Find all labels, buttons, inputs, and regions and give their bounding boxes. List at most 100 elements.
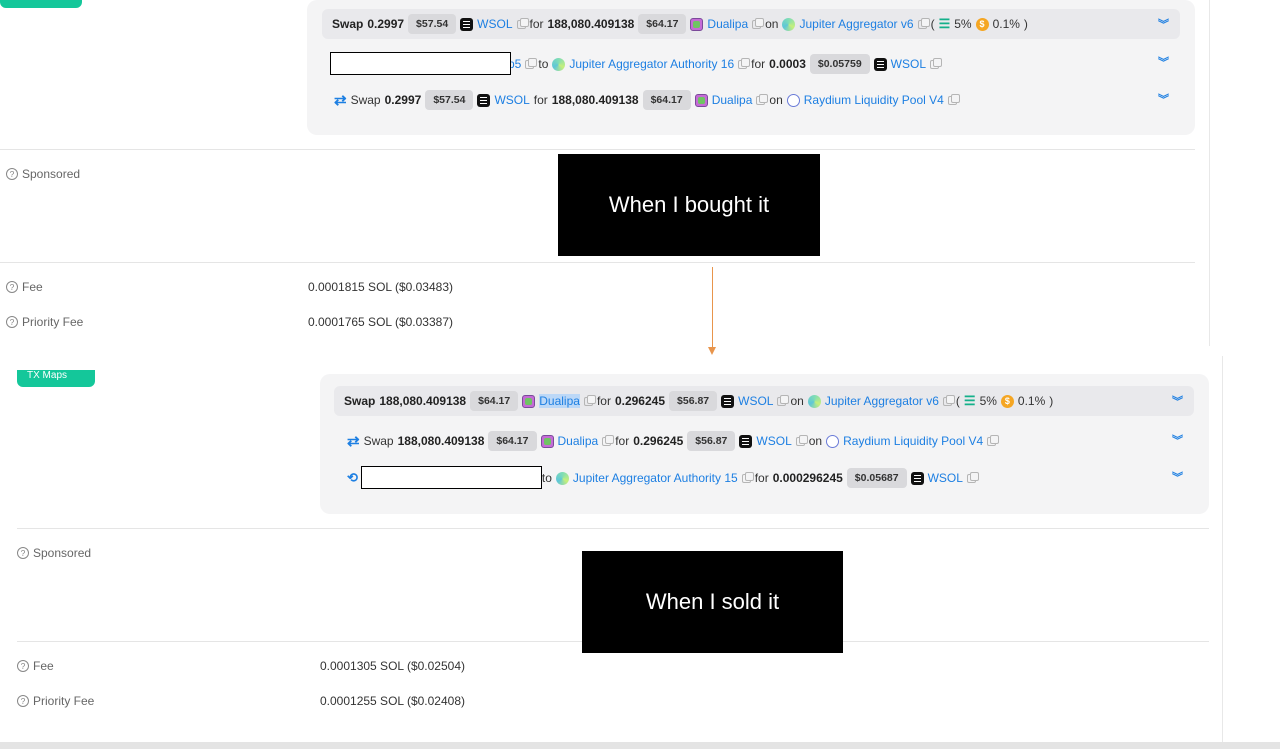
- wsol-token-icon: [739, 434, 753, 448]
- fee-value: 0.0001305 SOL ($0.02504): [320, 659, 466, 673]
- copy-icon[interactable]: [987, 434, 1000, 446]
- slippage-value: 5%: [954, 17, 972, 31]
- copy-icon[interactable]: [525, 57, 538, 69]
- dex-link[interactable]: Jupiter Aggregator v6: [799, 17, 913, 31]
- connector-arrow-line: [712, 267, 713, 349]
- question-circle-icon[interactable]: ?: [17, 547, 29, 559]
- for-label: for: [533, 93, 548, 107]
- divider: [17, 528, 1209, 529]
- raydium-icon: [786, 93, 800, 107]
- copy-icon[interactable]: [602, 434, 615, 446]
- transfer-row[interactable]: p5 to Jupiter Aggregator Authority 16 fo…: [508, 49, 943, 79]
- swap-label: Swap: [363, 434, 394, 448]
- token-out-link[interactable]: WSOL: [756, 434, 791, 448]
- chevron-double-down-icon[interactable]: ︾: [1158, 95, 1169, 106]
- main-swap-row[interactable]: Swap 0.2997 $57.54 WSOL for 188,080.4091…: [322, 9, 1180, 39]
- paren-close: ): [1023, 17, 1028, 31]
- jupiter-icon: [807, 394, 821, 408]
- sponsored-text: Sponsored: [33, 546, 92, 560]
- pool-link[interactable]: Raydium Liquidity Pool V4: [843, 434, 983, 448]
- amount-out: 188,080.409138: [547, 17, 635, 31]
- token-out-link[interactable]: WSOL: [738, 394, 773, 408]
- wsol-token-icon: [477, 93, 491, 107]
- swap-label: Swap: [350, 93, 381, 107]
- sliders-icon: ☰: [963, 393, 976, 408]
- question-circle-icon[interactable]: ?: [6, 168, 18, 180]
- chevron-double-down-icon[interactable]: ︾: [1158, 20, 1169, 31]
- question-circle-icon[interactable]: ?: [17, 695, 29, 707]
- transfer-usd-badge: $0.05759: [809, 54, 870, 74]
- on-label: on: [808, 434, 823, 448]
- copy-icon[interactable]: [942, 394, 955, 406]
- for-label: for: [596, 394, 611, 408]
- usd-out-badge: $56.87: [687, 431, 736, 451]
- transfer-token-link[interactable]: WSOL: [928, 471, 963, 485]
- copy-icon[interactable]: [583, 394, 596, 406]
- amount-out: 0.296245: [614, 394, 666, 408]
- copy-icon[interactable]: [752, 17, 765, 29]
- copy-icon[interactable]: [738, 57, 751, 69]
- jupiter-icon: [555, 471, 569, 485]
- token-in-link[interactable]: WSOL: [477, 17, 512, 31]
- token-in-link[interactable]: Dualipa: [539, 394, 580, 408]
- copy-icon[interactable]: [516, 17, 529, 29]
- main-swap-row[interactable]: Swap 188,080.409138 $64.17 Dualipa for 0…: [334, 386, 1194, 416]
- chevron-double-down-icon[interactable]: ︾: [1172, 436, 1183, 447]
- dex-link[interactable]: Jupiter Aggregator v6: [825, 394, 939, 408]
- dualipa-token-icon: [690, 17, 704, 31]
- token-out-link[interactable]: Dualipa: [712, 93, 753, 107]
- transfer-amount: 0.0003: [769, 57, 806, 71]
- fee-label-text: Fee: [22, 280, 43, 294]
- amount-in: 0.2997: [367, 17, 405, 31]
- token-in-link[interactable]: Dualipa: [558, 434, 599, 448]
- tx-maps-pill[interactable]: TX Maps: [17, 370, 95, 387]
- copy-icon[interactable]: [777, 394, 790, 406]
- priority-fee-label: ? Priority Fee: [17, 694, 94, 708]
- usd-in-badge: $57.54: [408, 14, 457, 34]
- sliders-icon: ☰: [938, 16, 951, 31]
- chevron-double-down-icon[interactable]: ︾: [1158, 58, 1169, 69]
- question-circle-icon[interactable]: ?: [6, 316, 18, 328]
- dest-link[interactable]: Jupiter Aggregator Authority 16: [569, 57, 734, 71]
- swap-label: Swap: [344, 394, 376, 408]
- chevron-double-down-icon[interactable]: ︾: [1172, 473, 1183, 484]
- copy-icon[interactable]: [917, 17, 930, 29]
- for-label: for: [754, 471, 769, 485]
- fee-value: 0.0001815 SOL ($0.03483): [308, 280, 454, 294]
- route-swap-row[interactable]: ⇄ Swap 188,080.409138 $64.17 Dualipa for…: [347, 426, 1000, 456]
- priority-fee-value: 0.0001255 SOL ($0.02408): [320, 694, 466, 708]
- copy-icon[interactable]: [966, 471, 979, 483]
- route-swap-row[interactable]: ⇄ Swap 0.2997 $57.54 WSOL for 188,080.40…: [334, 85, 961, 115]
- for-label: for: [615, 434, 630, 448]
- swap-arrows-icon: ⇄: [334, 92, 347, 109]
- token-out-link[interactable]: Dualipa: [707, 17, 748, 31]
- transfer-token-link[interactable]: WSOL: [891, 57, 926, 71]
- instructions-card: Swap 188,080.409138 $64.17 Dualipa for 0…: [320, 374, 1209, 514]
- jupiter-icon: [782, 17, 796, 31]
- on-label: on: [769, 93, 783, 107]
- transfer-icon: ⟲: [347, 470, 358, 485]
- dest-link[interactable]: Jupiter Aggregator Authority 15: [573, 471, 738, 485]
- on-label: on: [765, 17, 779, 31]
- priority-fee-label-text: Priority Fee: [22, 315, 84, 329]
- usd-out-badge: $64.17: [638, 14, 687, 34]
- redaction-box: [361, 466, 542, 489]
- copy-icon[interactable]: [947, 93, 960, 105]
- dualipa-token-icon: [694, 93, 708, 107]
- copy-icon[interactable]: [741, 471, 754, 483]
- on-label: on: [790, 394, 804, 408]
- token-in-link[interactable]: WSOL: [494, 93, 529, 107]
- panel-edge: [1222, 356, 1223, 749]
- pool-link[interactable]: Raydium Liquidity Pool V4: [804, 93, 944, 107]
- chevron-double-down-icon[interactable]: ︾: [1172, 397, 1183, 408]
- fee-label: ? Fee: [6, 280, 43, 294]
- copy-icon[interactable]: [930, 57, 943, 69]
- copy-icon[interactable]: [795, 434, 808, 446]
- question-circle-icon[interactable]: ?: [17, 660, 29, 672]
- tx-maps-pill[interactable]: [0, 0, 82, 8]
- copy-icon[interactable]: [756, 93, 769, 105]
- fee-pct-value: 0.1%: [1017, 394, 1046, 408]
- slippage-value: 5%: [979, 394, 997, 408]
- question-circle-icon[interactable]: ?: [6, 281, 18, 293]
- fee-label: ? Fee: [17, 659, 54, 673]
